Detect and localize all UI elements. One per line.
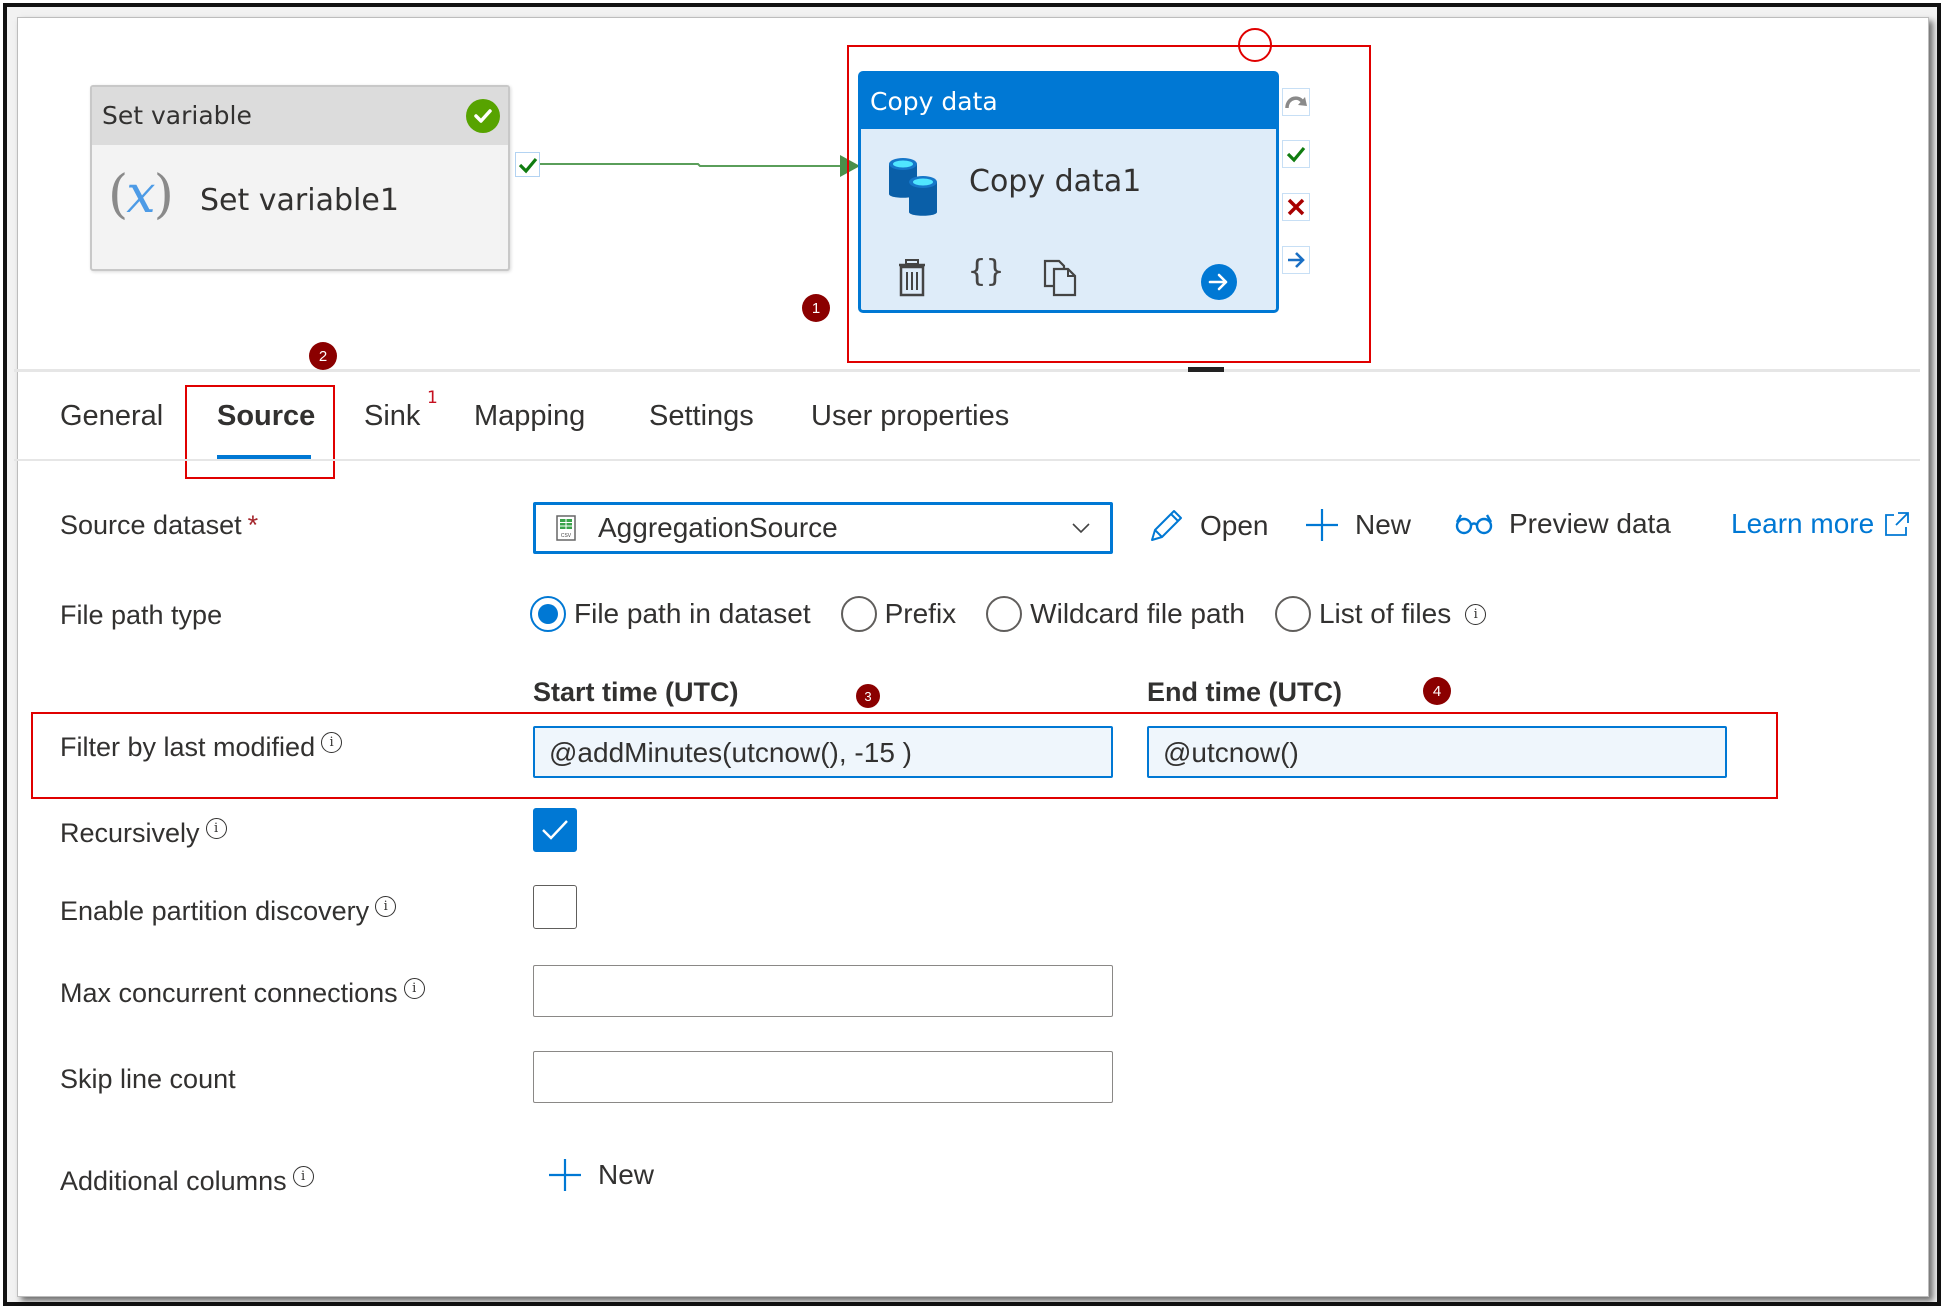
skip-line-count-input[interactable] [533, 1051, 1113, 1103]
recursively-checkbox[interactable] [533, 808, 577, 852]
radio-wildcard-file-path[interactable]: Wildcard file path [986, 596, 1245, 632]
info-icon[interactable]: i [205, 818, 227, 839]
success-port-icon[interactable] [515, 152, 540, 177]
end-time-input[interactable]: @utcnow() [1147, 726, 1727, 778]
clone-icon[interactable] [1043, 259, 1077, 297]
tab-mapping[interactable]: Mapping [474, 400, 585, 433]
add-column-button[interactable]: New [548, 1158, 654, 1192]
activity-name: Copy data1 [969, 164, 1142, 199]
learn-more-link[interactable]: Learn more [1731, 508, 1926, 540]
source-dataset-dropdown[interactable]: CSV AggregationSource [533, 502, 1113, 554]
radio-file-path-in-dataset[interactable]: File path in dataset [530, 596, 811, 632]
annotation-badge-4: 4 [1423, 677, 1451, 705]
recursively-label: Recursively i [60, 818, 227, 849]
radio-prefix[interactable]: Prefix [840, 596, 956, 632]
plus-icon [1306, 509, 1338, 541]
new-dataset-button[interactable]: New [1305, 508, 1411, 542]
pencil-icon [1151, 510, 1182, 541]
open-activity-arrow-icon[interactable] [1201, 264, 1237, 300]
info-icon[interactable]: i [321, 732, 343, 753]
tab-general[interactable]: General [60, 400, 163, 433]
csv-file-icon: CSV [556, 515, 576, 541]
glasses-icon [1455, 514, 1493, 535]
skip-port-icon[interactable] [1282, 88, 1310, 116]
preview-data-button[interactable]: Preview data [1455, 508, 1671, 540]
variable-x-icon: (x) [108, 165, 174, 225]
max-concurrent-connections-label: Max concurrent connections i [60, 978, 425, 1009]
skip-line-count-label: Skip line count [60, 1064, 236, 1094]
source-dataset-value: AggregationSource [598, 512, 838, 543]
chevron-down-icon [1072, 523, 1090, 534]
code-icon[interactable]: {} [968, 254, 1004, 289]
partition-discovery-checkbox[interactable] [533, 885, 577, 929]
panel-divider [14, 369, 1920, 372]
annotation-badge-2: 2 [309, 342, 337, 370]
info-icon[interactable]: i [403, 978, 425, 999]
highlight-box-source-tab [185, 385, 335, 479]
info-icon[interactable]: i [375, 896, 397, 917]
activity-name: Set variable1 [200, 183, 399, 218]
radio-list-of-files[interactable]: List of files [1274, 596, 1451, 632]
success-status-icon [466, 99, 500, 133]
activity-type-label: Copy data [861, 74, 1276, 129]
completion-port-icon[interactable] [1282, 246, 1310, 274]
success-connector[interactable] [540, 150, 860, 180]
file-path-type-label: File path type [60, 600, 223, 630]
start-time-header: Start time (UTC) [533, 677, 739, 707]
failure-port-icon[interactable] [1282, 193, 1310, 221]
open-dataset-button[interactable]: Open [1148, 508, 1269, 544]
tabs-divider [14, 459, 1920, 461]
highlight-circle-marker [1238, 28, 1272, 62]
annotation-badge-3: 3 [856, 684, 880, 708]
annotation-badge-1: 1 [802, 294, 830, 322]
svg-text:CSV: CSV [561, 533, 572, 539]
activity-type-label: Set variable [92, 87, 508, 145]
database-copy-icon [889, 158, 937, 216]
filter-last-modified-label: Filter by last modified i [60, 732, 343, 763]
sink-error-count-badge: 1 [427, 388, 438, 408]
info-icon[interactable]: i [1465, 603, 1487, 625]
tab-settings[interactable]: Settings [649, 400, 754, 433]
partition-discovery-label: Enable partition discovery i [60, 896, 397, 927]
source-dataset-label: Source dataset * [60, 510, 259, 540]
info-icon[interactable]: i [292, 1166, 314, 1187]
resize-handle[interactable] [1188, 367, 1224, 372]
activity-node-copy-data[interactable]: Copy data Copy data1 {} [858, 71, 1279, 313]
delete-icon[interactable] [897, 259, 927, 297]
plus-icon [549, 1159, 581, 1191]
max-concurrent-connections-input[interactable] [533, 965, 1113, 1017]
required-asterisk: * [247, 510, 259, 540]
tab-user-properties[interactable]: User properties [811, 400, 1009, 433]
additional-columns-label: Additional columns i [60, 1166, 314, 1197]
tab-sink[interactable]: Sink [364, 400, 420, 433]
file-path-type-radio-group: File path in dataset Prefix Wildcard fil… [530, 596, 1487, 632]
activity-node-set-variable[interactable]: Set variable (x) Set variable1 [90, 85, 510, 271]
end-time-header: End time (UTC) [1147, 677, 1342, 707]
success-port-icon[interactable] [1282, 140, 1310, 168]
start-time-input[interactable]: @addMinutes(utcnow(), -15 ) [533, 726, 1113, 778]
external-link-icon [1885, 512, 1910, 536]
